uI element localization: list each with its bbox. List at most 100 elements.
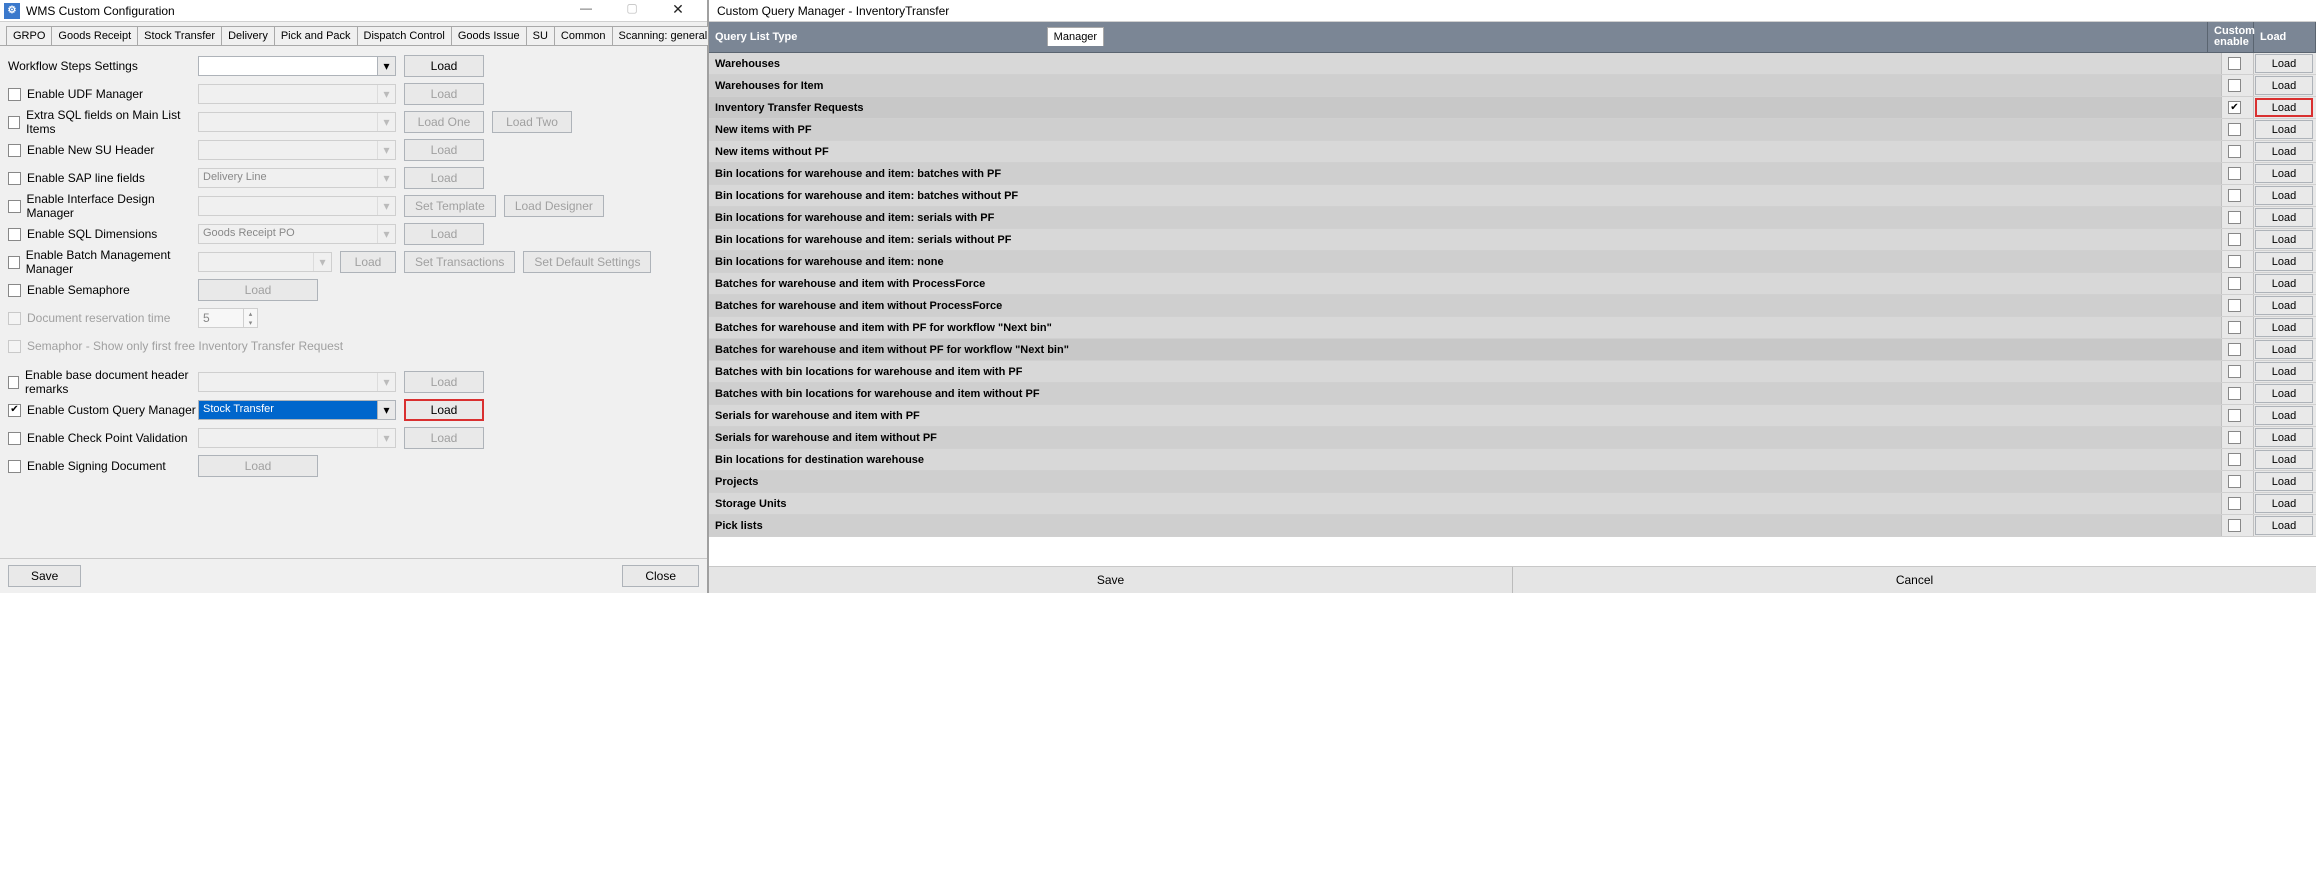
tab-goods-receipt[interactable]: Goods Receipt (51, 26, 138, 45)
right-footer: Save Cancel (709, 566, 2316, 593)
load-cell: Load (2254, 449, 2316, 470)
custom-enable-checkbox[interactable] (2228, 431, 2241, 444)
basedoc-combo: ▾ (198, 372, 396, 392)
sign-checkbox[interactable] (8, 460, 21, 473)
query-name: Warehouses for Item (709, 75, 2222, 96)
row-load-button[interactable]: Load (2255, 318, 2313, 337)
row-load-button[interactable]: Load (2255, 406, 2313, 425)
custom-enable-checkbox[interactable] (2228, 453, 2241, 466)
custom-enable-checkbox[interactable] (2228, 343, 2241, 356)
app-icon: ⚙ (4, 3, 20, 19)
custom-enable-checkbox[interactable] (2228, 519, 2241, 532)
custom-enable-checkbox[interactable] (2228, 277, 2241, 290)
sapline-load-button: Load (404, 167, 484, 189)
tab-grpo[interactable]: GRPO (6, 26, 52, 45)
minimize-button[interactable]: — (563, 1, 609, 21)
row-load-button[interactable]: Load (2255, 296, 2313, 315)
left-save-button[interactable]: Save (8, 565, 81, 587)
custom-enable-checkbox[interactable] (2228, 255, 2241, 268)
row-load-button[interactable]: Load (2255, 274, 2313, 293)
custom-enable-checkbox[interactable] (2228, 79, 2241, 92)
query-name: Bin locations for warehouse and item: ba… (709, 185, 2222, 206)
workflow-combo[interactable]: ▾ (198, 56, 396, 76)
custom-enable-checkbox[interactable] (2228, 167, 2241, 180)
query-name: Serials for warehouse and item with PF (709, 405, 2222, 426)
query-name: Bin locations for warehouse and item: se… (709, 229, 2222, 250)
extrasql-loadone-button: Load One (404, 111, 484, 133)
row-load-button[interactable]: Load (2255, 230, 2313, 249)
row-load-button[interactable]: Load (2255, 384, 2313, 403)
tab-su[interactable]: SU (526, 26, 555, 45)
right-save-button[interactable]: Save (709, 567, 1513, 593)
custom-enable-checkbox[interactable] (2228, 101, 2241, 114)
row-load-button[interactable]: Load (2255, 120, 2313, 139)
idm-checkbox[interactable] (8, 200, 21, 213)
cqm-load-button[interactable]: Load (404, 399, 484, 421)
custom-enable-checkbox[interactable] (2228, 497, 2241, 510)
grid-row: Batches with bin locations for warehouse… (709, 361, 2316, 383)
tab-goods-issue[interactable]: Goods Issue (451, 26, 527, 45)
left-footer: Save Close (0, 558, 707, 593)
tab-delivery[interactable]: Delivery (221, 26, 275, 45)
row-load-button[interactable]: Load (2255, 252, 2313, 271)
row-load-button[interactable]: Load (2255, 164, 2313, 183)
row-load-button[interactable]: Load (2255, 98, 2313, 117)
custom-enable-checkbox[interactable] (2228, 387, 2241, 400)
row-load-button[interactable]: Load (2255, 208, 2313, 227)
tab-manager[interactable]: Manager (1047, 27, 1104, 46)
sqldim-combo: Goods Receipt PO▾ (198, 224, 396, 244)
maximize-button[interactable]: ▢ (609, 1, 655, 21)
custom-enable-checkbox[interactable] (2228, 475, 2241, 488)
row-load-button[interactable]: Load (2255, 76, 2313, 95)
right-title: Custom Query Manager - InventoryTransfer (717, 4, 949, 18)
newsu-checkbox[interactable] (8, 144, 21, 157)
workflow-load-button[interactable]: Load (404, 55, 484, 77)
row-load-button[interactable]: Load (2255, 362, 2313, 381)
grid-header: Query List Type Custom enable Load (709, 22, 2316, 53)
row-load-button[interactable]: Load (2255, 340, 2313, 359)
cpv-checkbox[interactable] (8, 432, 21, 445)
cqm-combo[interactable]: Stock Transfer▾ (198, 400, 396, 420)
close-button[interactable]: ✕ (655, 1, 701, 21)
query-name: Bin locations for warehouse and item: se… (709, 207, 2222, 228)
row-load-button[interactable]: Load (2255, 428, 2313, 447)
custom-enable-checkbox[interactable] (2228, 409, 2241, 422)
custom-enable-checkbox[interactable] (2228, 299, 2241, 312)
sem-checkbox[interactable] (8, 284, 21, 297)
col-enable: Custom enable (2208, 22, 2254, 52)
basedoc-checkbox[interactable] (8, 376, 19, 389)
extrasql-checkbox[interactable] (8, 116, 20, 129)
custom-enable-checkbox[interactable] (2228, 365, 2241, 378)
row-load-button[interactable]: Load (2255, 516, 2313, 535)
row-load-button[interactable]: Load (2255, 142, 2313, 161)
row-load-button[interactable]: Load (2255, 54, 2313, 73)
tab-dispatch-control[interactable]: Dispatch Control (357, 26, 452, 45)
tab-common[interactable]: Common (554, 26, 613, 45)
custom-enable-checkbox[interactable] (2228, 57, 2241, 70)
udf-checkbox[interactable] (8, 88, 21, 101)
custom-enable-checkbox[interactable] (2228, 233, 2241, 246)
row-load-button[interactable]: Load (2255, 472, 2313, 491)
sapline-checkbox[interactable] (8, 172, 21, 185)
tab-pick-and-pack[interactable]: Pick and Pack (274, 26, 358, 45)
row-load-button[interactable]: Load (2255, 186, 2313, 205)
custom-enable-checkbox[interactable] (2228, 145, 2241, 158)
custom-enable-checkbox[interactable] (2228, 189, 2241, 202)
right-cancel-button[interactable]: Cancel (1513, 567, 2316, 593)
custom-enable-checkbox[interactable] (2228, 321, 2241, 334)
custom-enable-checkbox[interactable] (2228, 211, 2241, 224)
sqldim-checkbox[interactable] (8, 228, 21, 241)
cqm-checkbox[interactable] (8, 404, 21, 417)
tab-scanning-general[interactable]: Scanning: general (612, 26, 715, 45)
batchmgr-combo: ▾ (198, 252, 332, 272)
grid-row: Serials for warehouse and item with PF Lo… (709, 405, 2316, 427)
custom-enable-cell (2222, 317, 2254, 338)
custom-enable-checkbox[interactable] (2228, 123, 2241, 136)
grid-row: Serials for warehouse and item without P… (709, 427, 2316, 449)
left-close-button[interactable]: Close (622, 565, 699, 587)
batchmgr-checkbox[interactable] (8, 256, 20, 269)
row-load-button[interactable]: Load (2255, 450, 2313, 469)
tab-stock-transfer[interactable]: Stock Transfer (137, 26, 222, 45)
grid-row: Warehouses for Item Load (709, 75, 2316, 97)
row-load-button[interactable]: Load (2255, 494, 2313, 513)
